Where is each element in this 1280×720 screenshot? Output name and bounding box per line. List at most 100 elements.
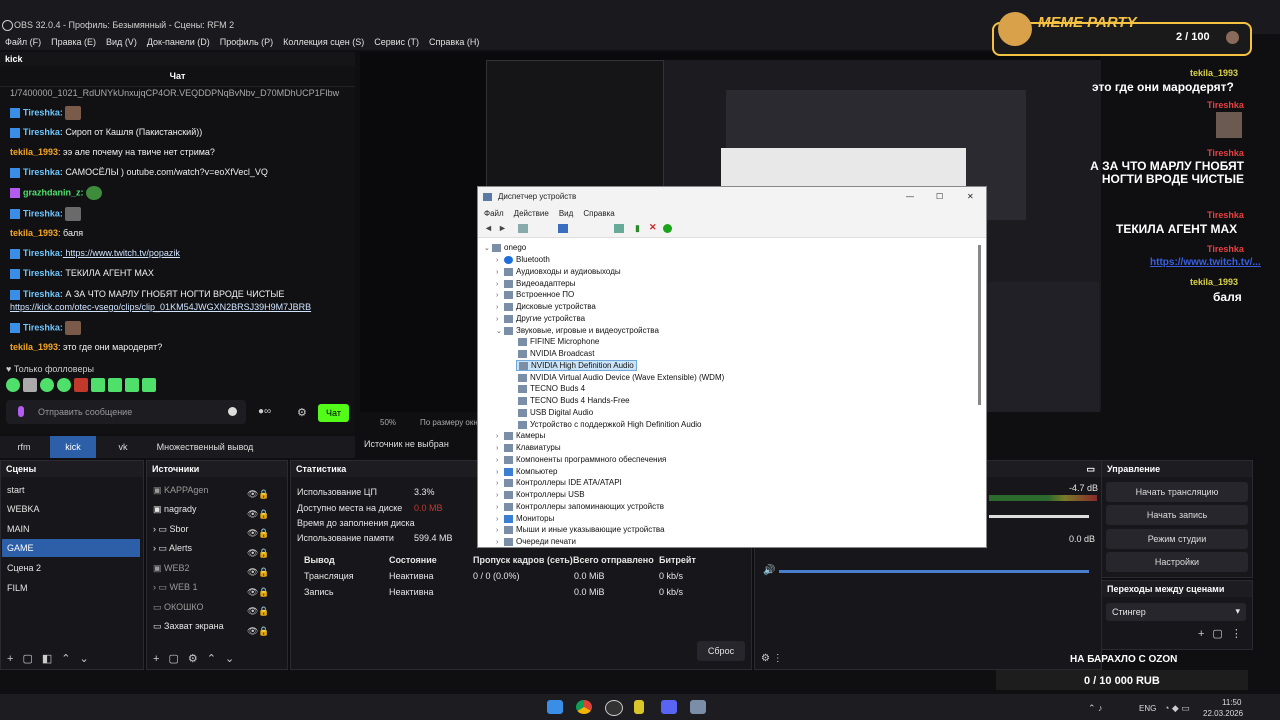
tree-device[interactable]: Устройство с поддержкой High Definition … (518, 420, 702, 429)
tree-device[interactable]: TECNO Buds 4 Hands-Free (518, 396, 630, 405)
source-item[interactable]: ▭ Захват экрана (153, 621, 224, 632)
transition-select[interactable]: Стингер ▾ (1106, 603, 1246, 621)
close-icon[interactable]: ✕ (967, 187, 974, 207)
badges-icon[interactable]: ●∞ (258, 406, 271, 417)
clock-date[interactable]: 22.03.2026 (1203, 709, 1243, 718)
scene-item[interactable]: MAIN (7, 524, 30, 534)
source-group[interactable]: › ▭ Alerts (153, 543, 192, 554)
tree-category[interactable]: › Контроллеры запоминающих устройств (496, 502, 664, 511)
chrome-icon[interactable] (576, 700, 592, 714)
tree-category[interactable]: › Компьютер (496, 467, 557, 476)
scene-item[interactable]: WEBKA (7, 504, 40, 514)
app-icon[interactable] (634, 700, 644, 714)
windows-start-icon[interactable] (547, 700, 563, 714)
emote-icon[interactable] (6, 378, 20, 392)
tree-root[interactable]: ⌄ onego (484, 243, 526, 252)
devmgr-scrollbar[interactable] (978, 245, 981, 405)
tree-device-selected[interactable]: NVIDIA High Definition Audio (516, 360, 637, 371)
tree-category[interactable]: › Другие устройства (496, 314, 585, 323)
menu-view[interactable]: Вид (V) (106, 37, 137, 47)
tab-vk[interactable]: vk (98, 436, 148, 458)
tree-category[interactable]: › Контроллеры IDE ATA/ATAPI (496, 478, 622, 487)
emote-icon[interactable] (91, 378, 105, 392)
device-manager-taskbar-icon[interactable] (690, 700, 706, 714)
scene-item-selected[interactable]: GAME (2, 539, 140, 557)
volume-slider[interactable] (779, 570, 1089, 573)
minimize-icon[interactable]: — (906, 187, 914, 207)
tree-device[interactable]: TECNO Buds 4 (518, 384, 585, 393)
tree-category[interactable]: › Компоненты программного обеспечения (496, 455, 666, 464)
emote-icon[interactable] (40, 378, 54, 392)
start-stream-button[interactable]: Начать трансляцию (1106, 482, 1248, 502)
studio-mode-button[interactable]: Режим студии (1106, 529, 1248, 549)
tab-multistream[interactable]: Множественный вывод (150, 436, 260, 458)
tree-category[interactable]: › Мониторы (496, 514, 554, 523)
devmgr-menu-help[interactable]: Справка (583, 207, 614, 221)
source-visibility-icons[interactable]: 👁🔒 👁🔒 👁🔒 👁🔒 👁🔒 👁🔒 👁🔒 👁🔒 (247, 485, 277, 641)
tree-category[interactable]: › Контроллеры USB (496, 490, 585, 499)
emote-icon[interactable] (125, 378, 139, 392)
filter-icon[interactable]: ◧ (42, 653, 61, 665)
tab-kick[interactable]: kick (50, 436, 96, 458)
tab-rfm[interactable]: rfm (0, 436, 48, 458)
discord-icon[interactable] (661, 700, 677, 714)
back-icon[interactable]: ◄ (484, 223, 493, 233)
update-driver-icon[interactable]: ▮ (635, 223, 640, 234)
tree-device[interactable]: NVIDIA Broadcast (518, 349, 594, 358)
enable-icon[interactable] (663, 224, 672, 233)
chat-input[interactable]: Отправить сообщение (6, 400, 246, 424)
emote-icon[interactable] (142, 378, 156, 392)
source-item[interactable]: ▭ ОКОШКО (153, 602, 204, 613)
trash-icon[interactable]: ▢ (168, 653, 187, 665)
menu-tools[interactable]: Сервис (T) (374, 37, 419, 47)
emote-icon[interactable] (57, 378, 71, 392)
clock-time[interactable]: 11:50 (1222, 698, 1241, 707)
properties-icon[interactable] (518, 224, 528, 233)
tree-device[interactable]: USB Digital Audio (518, 408, 593, 417)
tree-device[interactable]: NVIDIA Virtual Audio Device (Wave Extens… (518, 373, 724, 382)
tree-category[interactable]: › Встроенное ПО (496, 290, 574, 299)
menu-help[interactable]: Справка (H) (429, 37, 479, 47)
tree-device[interactable]: FIFINE Microphone (518, 337, 599, 346)
mic-icon[interactable] (18, 406, 24, 417)
devmgr-menu-action[interactable]: Действие (514, 207, 549, 221)
trash-icon[interactable]: ▢ (22, 653, 41, 665)
tree-category[interactable]: › Очереди печати (496, 537, 576, 546)
mute-icon[interactable]: 🔊 (763, 565, 775, 576)
chat-link[interactable]: https://kick.com/otec-vsego/clips/clip_0… (10, 302, 311, 312)
gear-icon[interactable]: ⚙ (188, 653, 207, 665)
zoom-label[interactable]: 50% (380, 418, 396, 427)
transition-toolbar[interactable]: +▢⋮ (1198, 627, 1250, 640)
help-icon[interactable] (558, 224, 568, 233)
fit-label[interactable]: По размеру окна (420, 418, 482, 427)
settings-button[interactable]: Настройки (1106, 552, 1248, 572)
maximize-icon[interactable]: ☐ (936, 187, 943, 207)
source-item[interactable]: ▣ WEB2 (153, 563, 190, 574)
tray-net-icons[interactable]: ◔ ◆ ▭ (1164, 703, 1190, 714)
mixer-settings-icon[interactable]: ⚙ ⋮ (761, 653, 783, 664)
start-record-button[interactable]: Начать запись (1106, 505, 1248, 525)
tree-category[interactable]: › Bluetooth (496, 255, 550, 264)
tree-category-expanded[interactable]: ⌄ Звуковые, игровые и видеоустройства (496, 326, 659, 335)
language-indicator[interactable]: ENG (1139, 704, 1156, 713)
source-item[interactable]: ▣ nagrady (153, 504, 197, 515)
menu-scene-collection[interactable]: Коллекция сцен (S) (283, 37, 364, 47)
uninstall-icon[interactable]: ✕ (649, 222, 657, 233)
tree-category[interactable]: › Мыши и иные указывающие устройства (496, 525, 665, 534)
tree-category[interactable]: › Видеоадаптеры (496, 279, 576, 288)
add-icon[interactable]: + (7, 653, 22, 665)
up-icon[interactable]: ⌃ (207, 653, 225, 665)
chat-settings-icon[interactable]: ⚙ (297, 406, 307, 419)
emoji-icon[interactable] (228, 407, 237, 416)
source-item[interactable]: ▣ KAPPAgen (153, 485, 208, 496)
menu-edit[interactable]: Правка (E) (51, 37, 96, 47)
obs-taskbar-icon[interactable] (605, 700, 623, 716)
tree-category[interactable]: › Клавиатуры (496, 443, 561, 452)
menu-profile[interactable]: Профиль (P) (220, 37, 273, 47)
add-icon[interactable]: + (153, 653, 168, 665)
scan-icon[interactable] (614, 224, 624, 233)
devmgr-menu-view[interactable]: Вид (559, 207, 573, 221)
emote-icon[interactable] (74, 378, 88, 392)
source-group[interactable]: › ▭ WEB 1 (153, 582, 198, 593)
down-icon[interactable]: ⌄ (79, 653, 97, 665)
